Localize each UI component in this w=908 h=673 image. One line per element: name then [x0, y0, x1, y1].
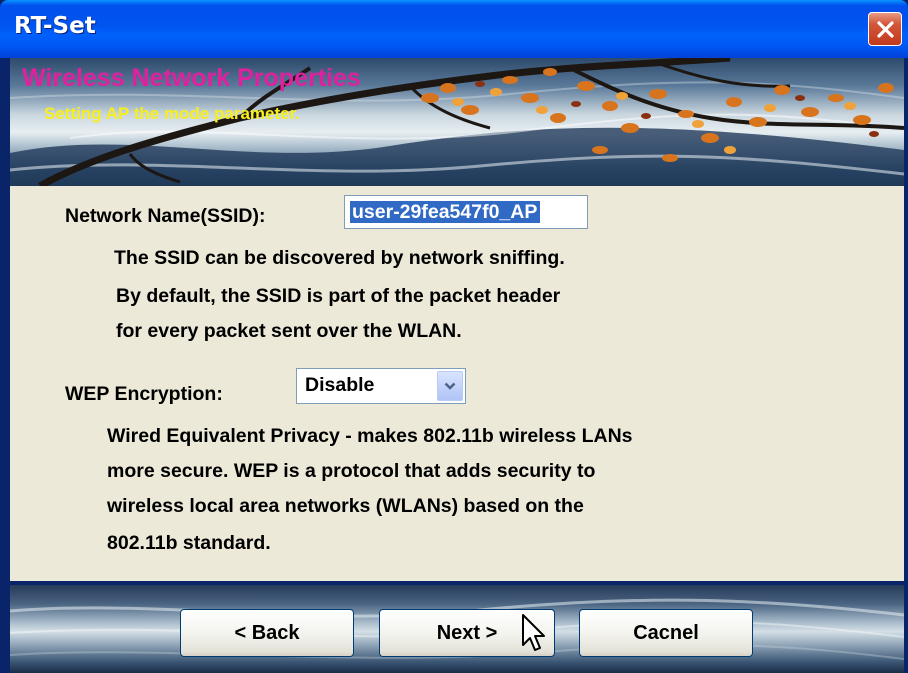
wep-label: WEP Encryption: [65, 383, 223, 405]
banner-title: Wireless Network Properties [22, 64, 361, 92]
dropdown-button[interactable] [437, 371, 463, 401]
close-icon [877, 21, 894, 38]
ssid-input[interactable]: user-29fea547f0_AP [344, 195, 588, 229]
dialog-content: Network Name(SSID): user-29fea547f0_AP T… [10, 186, 904, 581]
banner-subtitle: Setting AP the mode parameter. [44, 104, 301, 123]
window-title: RT-Set [14, 13, 96, 39]
back-button[interactable]: < Back [180, 609, 354, 657]
wep-selected-value: Disable [305, 374, 375, 396]
title-bar[interactable]: RT-Set [0, 0, 908, 58]
rt-set-window: RT-Set Wireless Network Properties Setti… [0, 0, 908, 673]
ssid-value-selected: user-29fea547f0_AP [350, 201, 541, 223]
ssid-help-line: By default, the SSID is part of the pack… [116, 285, 561, 307]
header-banner: Wireless Network Properties Setting AP t… [10, 58, 904, 186]
ssid-help-line: The SSID can be discovered by network sn… [114, 247, 565, 269]
ssid-help-line: for every packet sent over the WLAN. [116, 320, 462, 342]
wep-help-line: wireless local area networks (WLANs) bas… [107, 495, 584, 517]
cancel-button[interactable]: Cacnel [579, 609, 753, 657]
chevron-down-icon [444, 382, 456, 390]
wep-help-line: 802.11b standard. [107, 532, 271, 554]
wep-encryption-select[interactable]: Disable [296, 368, 466, 404]
wep-help-line: Wired Equivalent Privacy - makes 802.11b… [107, 425, 633, 447]
close-button[interactable] [868, 12, 902, 46]
wep-help-line: more secure. WEP is a protocol that adds… [107, 460, 596, 482]
mouse-pointer-icon [522, 614, 545, 651]
ssid-label: Network Name(SSID): [65, 205, 266, 227]
button-bar: < Back Next > Cacnel [10, 581, 904, 673]
